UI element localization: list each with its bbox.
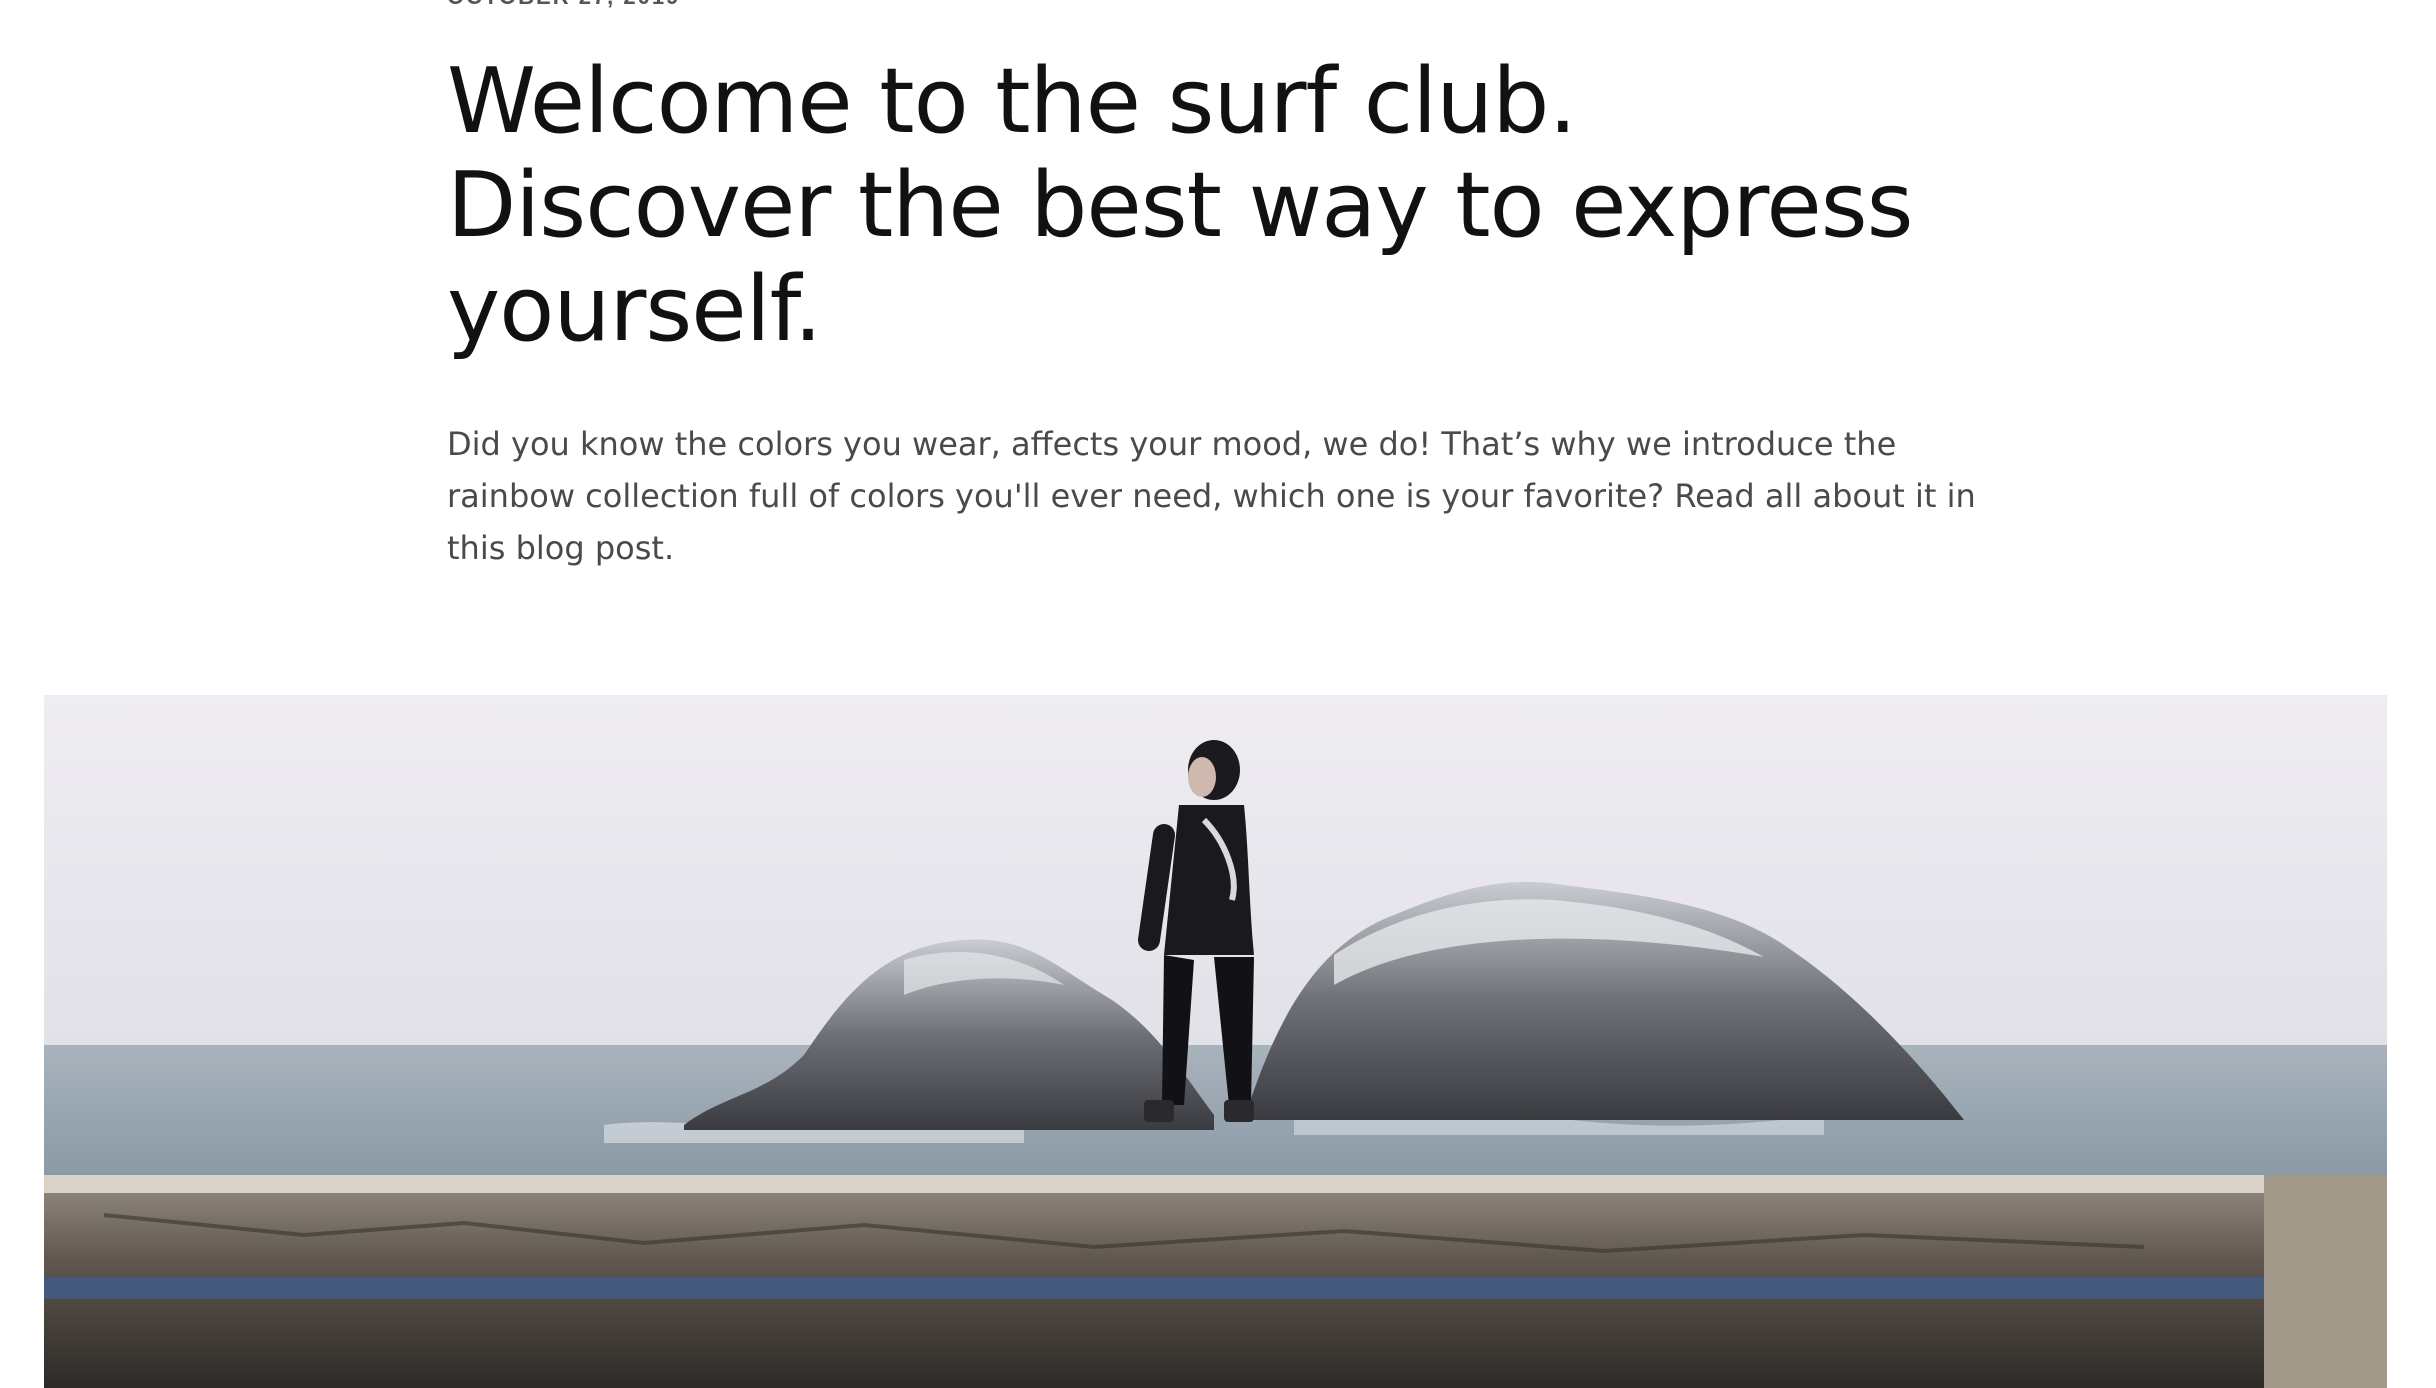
post-title-line: Discover the best way to express	[447, 153, 1914, 258]
post-excerpt-line: this blog post.	[447, 529, 675, 567]
hero-image	[44, 695, 2387, 1388]
sea	[44, 1045, 2387, 1175]
post-excerpt: Did you know the colors you wear, affect…	[447, 418, 1987, 574]
blog-post-page: OCTOBER 27, 2019 Welcome to the surf clu…	[0, 0, 2436, 1388]
wall-blue-stripe	[44, 1277, 2294, 1299]
post-title-line: Welcome to the surf club.	[447, 49, 1577, 154]
post-title: Welcome to the surf club. Discover the b…	[447, 50, 1987, 362]
post-date: OCTOBER 27, 2019	[447, 0, 680, 10]
hero-photo-illustration	[44, 695, 2387, 1388]
wall-top	[44, 1175, 2387, 1193]
post-excerpt-line: Did you know the colors you wear, affect…	[447, 425, 1897, 463]
post-excerpt-line: rainbow collection full of colors you'll…	[447, 477, 1976, 515]
post-title-line: yourself.	[447, 257, 822, 362]
wall-right-section	[2264, 1175, 2387, 1388]
